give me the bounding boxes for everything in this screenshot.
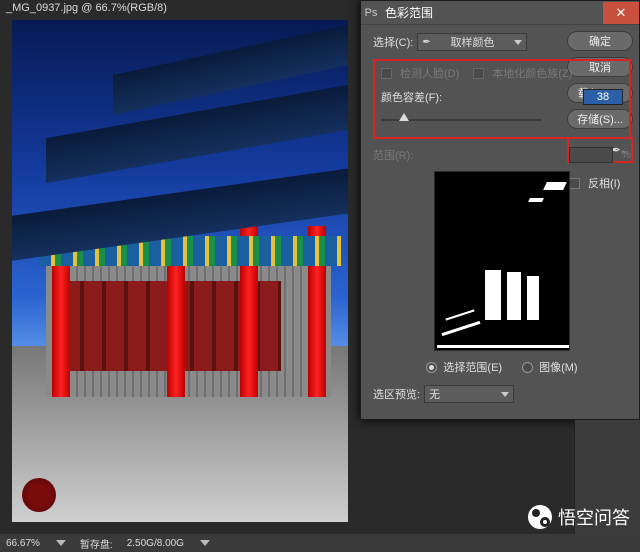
stamp-mark [22, 478, 56, 512]
chevron-down-icon [514, 40, 522, 45]
select-value: 取样颜色 [451, 34, 495, 50]
photoshop-window: _MG_0937.jpg @ 66.7%(RGB/8) Ps 色彩范围 ✕ 确定… [0, 0, 640, 552]
range-label: 范围(R): [373, 147, 413, 163]
range-input [569, 147, 613, 163]
radio-image[interactable] [522, 362, 533, 373]
radio-image-label: 图像(M) [539, 359, 578, 375]
dialog-title: 色彩范围 [381, 4, 603, 21]
chevron-down-icon[interactable] [56, 540, 66, 546]
dialog-titlebar[interactable]: Ps 色彩范围 ✕ [361, 1, 639, 25]
preview-value: 无 [429, 386, 440, 402]
selection-preview[interactable] [434, 171, 570, 351]
close-icon[interactable]: ✕ [603, 2, 639, 24]
range-unit: % [621, 149, 631, 161]
select-label: 选择(C): [373, 34, 413, 50]
document-canvas[interactable] [12, 20, 348, 522]
localized-checkbox[interactable] [473, 68, 484, 79]
detect-faces-label: 检测人脸(D) [400, 65, 459, 81]
zoom-level[interactable]: 66.67% [6, 538, 40, 549]
document-tab[interactable]: _MG_0937.jpg @ 66.7%(RGB/8) [6, 2, 167, 14]
fuzziness-input[interactable]: 38 [583, 89, 623, 105]
scratch-value: 2.50G/8.00G [127, 538, 184, 549]
radio-selection-label: 选择范围(E) [443, 359, 502, 375]
select-dropdown[interactable]: ✒ 取样颜色 [417, 33, 527, 51]
fuzziness-slider[interactable] [381, 113, 541, 127]
watermark-text: 悟空问答 [558, 504, 630, 530]
detect-faces-checkbox [381, 68, 392, 79]
localized-label: 本地化颜色族(Z) [492, 65, 572, 81]
scratch-label: 暂存盘: [80, 536, 113, 551]
chevron-down-icon [501, 392, 509, 397]
radio-selection[interactable] [426, 362, 437, 373]
fuzziness-highlight-box: 检测人脸(D) 本地化颜色族(Z) 颜色容差(F): 38 [373, 59, 631, 139]
status-bar: 66.67% 暂存盘: 2.50G/8.00G [0, 534, 640, 552]
preview-label: 选区预览: [373, 386, 420, 402]
watermark: 悟空问答 [528, 504, 630, 530]
slider-thumb-icon[interactable] [399, 113, 409, 121]
fuzziness-label: 颜色容差(F): [381, 89, 442, 105]
preview-dropdown[interactable]: 无 [424, 385, 514, 403]
ps-app-icon: Ps [361, 7, 381, 19]
wukong-logo-icon [528, 505, 552, 529]
color-range-dialog: Ps 色彩范围 ✕ 确定 取消 载入(L)... 存储(S)... ✒ ✒₊ ✒… [360, 0, 640, 420]
chevron-down-icon[interactable] [200, 540, 210, 546]
